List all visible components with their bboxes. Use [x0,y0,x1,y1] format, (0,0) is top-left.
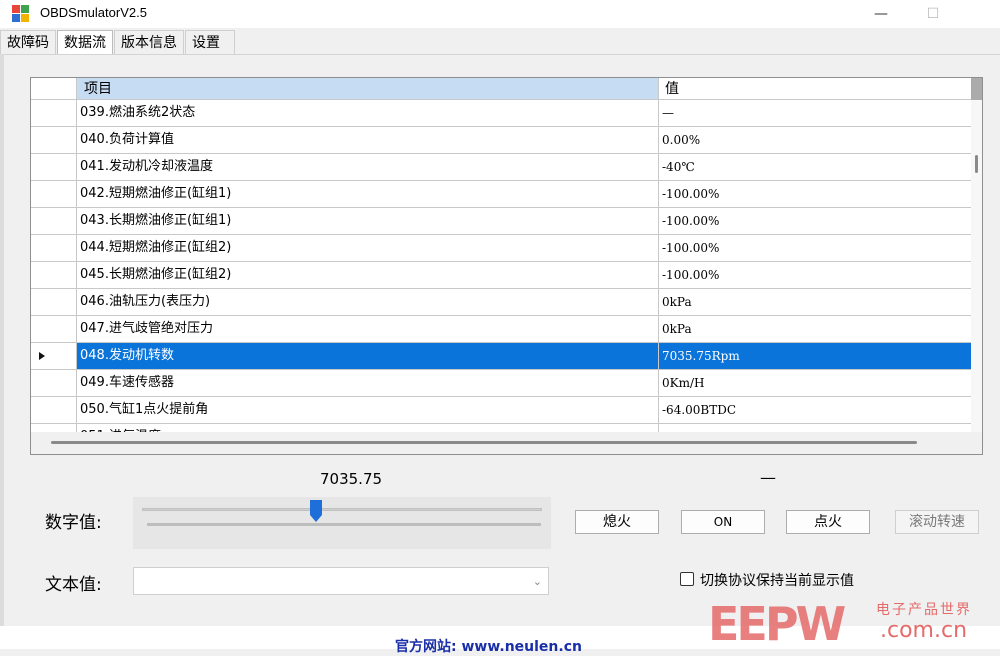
slider-track [147,523,541,526]
row-header[interactable] [31,370,77,397]
cell-value[interactable]: 7035.75Rpm [659,343,971,370]
cell-item[interactable]: 050.气缸1点火提前角 [77,397,659,424]
row-header[interactable] [31,397,77,424]
slider-value-text: 7035.75 [320,470,383,488]
row-header[interactable] [31,235,77,262]
table-row[interactable]: 042.短期燃油修正(缸组1) -100.00% [31,181,971,208]
keep-display-checkbox-label[interactable]: 切换协议保持当前显示值 [700,570,854,590]
watermark-logo: EEPW [708,597,846,651]
row-header[interactable] [31,181,77,208]
cell-item[interactable]: 040.负荷计算值 [77,127,659,154]
tab-version-info[interactable]: 版本信息 [114,30,184,54]
cell-item[interactable]: 047.进气歧管绝对压力 [77,316,659,343]
tab-fault-codes[interactable]: 故障码 [0,30,56,54]
text-value-combo[interactable]: ⌄ [133,567,549,595]
cell-item[interactable]: 042.短期燃油修正(缸组1) [77,181,659,208]
row-header[interactable] [31,262,77,289]
ignite-button[interactable]: 点火 [786,510,870,534]
cell-value[interactable]: — [659,100,971,127]
vertical-scrollbar-thumb[interactable] [975,155,978,173]
website-link[interactable]: 官方网站: www.neulen.cn [395,636,582,656]
table-row[interactable]: 050.气缸1点火提前角 -64.00BTDC [31,397,971,424]
table-row[interactable]: 048.发动机转数 7035.75Rpm [31,343,971,370]
row-header-corner [31,78,77,100]
ignition-on-button[interactable]: ON [681,510,765,534]
slider-thumb[interactable] [310,500,323,522]
title-bar: OBDSmulatorV2.5 — ☐ [0,0,1000,28]
eepw-watermark: EEPW 电子产品世界 .com.cn [708,595,1000,651]
vertical-scrollbar[interactable] [971,100,982,432]
cell-value[interactable]: 0.00% [659,127,971,154]
row-header[interactable] [31,208,77,235]
row-header[interactable] [31,100,77,127]
table-row[interactable]: 039.燃油系统2状态 — [31,100,971,127]
row-header[interactable] [31,316,77,343]
horizontal-scrollbar[interactable] [31,432,982,454]
row-header[interactable] [31,343,77,370]
engine-off-button[interactable]: 熄火 [575,510,659,534]
grid-rows: 039.燃油系统2状态 —040.负荷计算值 0.00% 041.发动机冷却液温度 -4… [31,100,971,451]
row-pointer-icon [39,352,45,360]
table-row[interactable]: 047.进气歧管绝对压力 0kPa [31,316,971,343]
cell-value[interactable]: 0Km/H [659,370,971,397]
cell-item[interactable]: 046.油轨压力(表压力) [77,289,659,316]
cell-item[interactable]: 043.长期燃油修正(缸组1) [77,208,659,235]
column-header-value[interactable]: 值 [659,78,971,100]
cell-item[interactable]: 049.车速传感器 [77,370,659,397]
grid-header: 项目 值 [31,78,971,100]
watermark-url: .com.cn [880,618,968,643]
table-row[interactable]: 049.车速传感器 0Km/H [31,370,971,397]
cell-item[interactable]: 044.短期燃油修正(缸组2) [77,235,659,262]
maximize-icon[interactable]: ☐ [910,0,956,28]
cell-value[interactable]: -100.00% [659,262,971,289]
cell-value[interactable]: 0kPa [659,289,971,316]
data-grid[interactable]: 项目 值 039.燃油系统2状态 —040.负荷计算值 0.00% 041.发动机冷却… [30,77,983,455]
cell-value[interactable]: -64.00BTDC [659,397,971,424]
table-row[interactable]: 041.发动机冷却液温度 -40℃ [31,154,971,181]
table-row[interactable]: 040.负荷计算值 0.00% [31,127,971,154]
cell-item[interactable]: 041.发动机冷却液温度 [77,154,659,181]
tab-data-stream[interactable]: 数据流 [57,30,113,55]
text-value-display: — [760,468,776,487]
text-value-label: 文本值: [45,575,102,595]
app-icon [12,5,30,23]
cell-item[interactable]: 045.长期燃油修正(缸组2) [77,262,659,289]
watermark-chinese: 电子产品世界 [876,602,972,618]
cell-value[interactable]: -100.00% [659,181,971,208]
keep-display-checkbox[interactable] [680,572,694,586]
scroll-rpm-button[interactable]: 滚动转速 [895,510,979,534]
window-title: OBDSmulatorV2.5 [40,5,147,20]
table-row[interactable]: 046.油轨压力(表压力) 0kPa [31,289,971,316]
table-row[interactable]: 045.长期燃油修正(缸组2) -100.00% [31,262,971,289]
table-row[interactable]: 043.长期燃油修正(缸组1) -100.00% [31,208,971,235]
minimize-icon[interactable]: — [858,0,904,28]
numeric-value-slider[interactable] [133,497,551,549]
cell-value[interactable]: -100.00% [659,208,971,235]
cell-value[interactable]: -100.00% [659,235,971,262]
row-header[interactable] [31,127,77,154]
cell-value[interactable]: 0kPa [659,316,971,343]
row-header[interactable] [31,289,77,316]
row-header[interactable] [31,154,77,181]
numeric-value-label: 数字值: [45,513,102,533]
horizontal-scrollbar-thumb[interactable] [51,441,917,444]
column-header-item[interactable]: 项目 [77,78,659,100]
table-row[interactable]: 044.短期燃油修正(缸组2) -100.00% [31,235,971,262]
slider-upper-track [142,508,542,511]
cell-value[interactable]: -40℃ [659,154,971,181]
tab-strip: 故障码 数据流 版本信息 设置 [0,30,236,55]
cell-item[interactable]: 048.发动机转数 [77,343,659,370]
chevron-down-icon[interactable]: ⌄ [533,575,542,588]
tab-settings[interactable]: 设置 [185,30,235,54]
cell-item[interactable]: 039.燃油系统2状态 [77,100,659,127]
